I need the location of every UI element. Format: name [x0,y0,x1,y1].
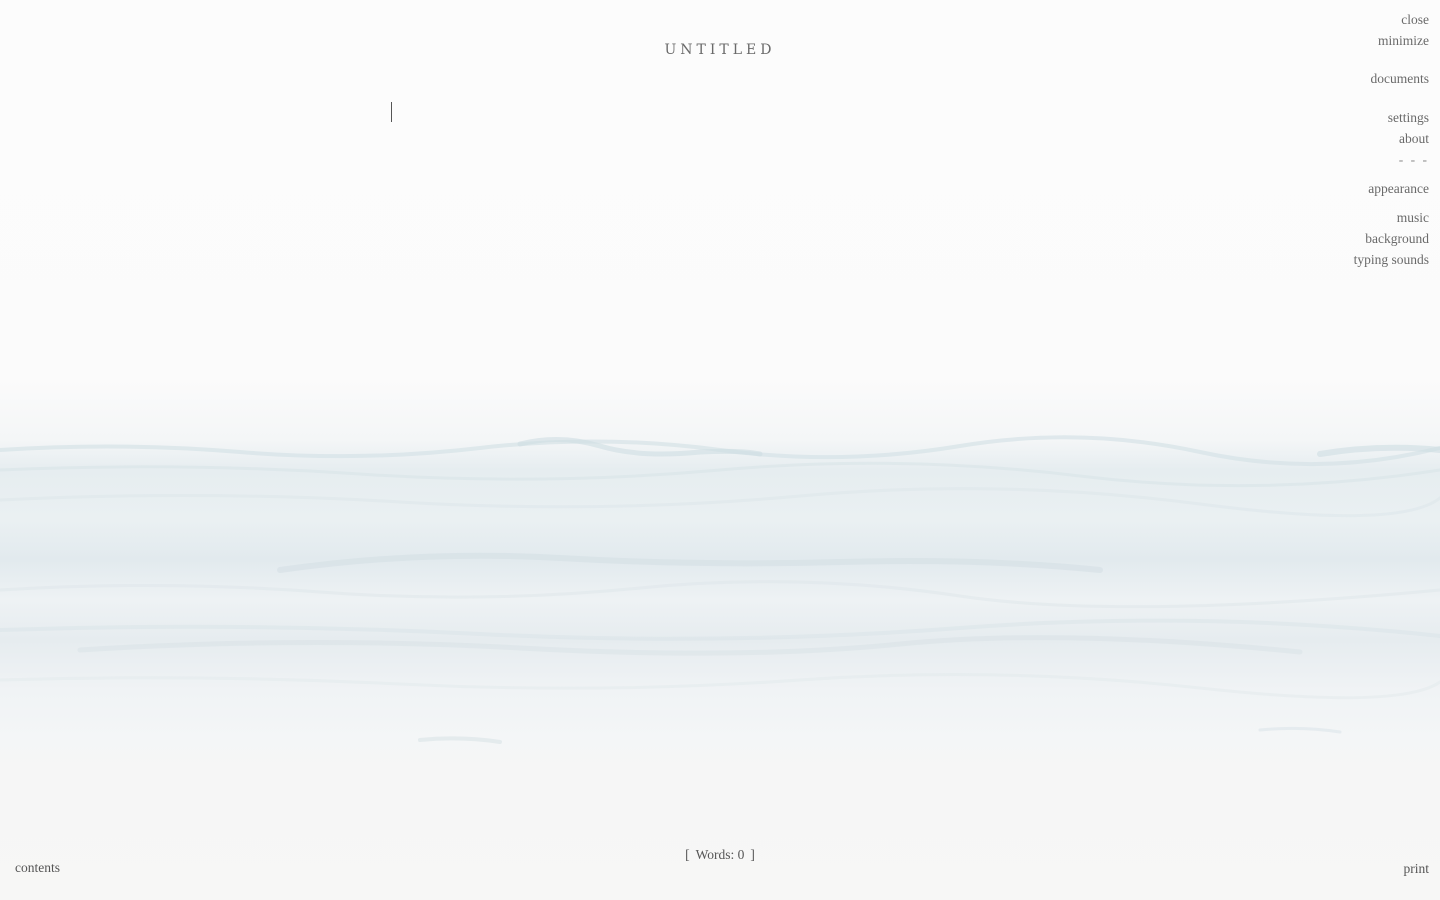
document-editor[interactable] [390,98,1054,802]
appearance-button[interactable]: appearance [1354,178,1429,199]
text-caret-icon [391,102,392,122]
word-count-close-bracket: ] [750,847,755,862]
word-count-label: Words: 0 [695,847,745,862]
music-button[interactable]: music [1354,207,1429,228]
typing-sounds-button[interactable]: typing sounds [1354,249,1429,270]
menu-gap [1354,51,1429,68]
word-count: [ Words: 0] [0,847,1440,863]
settings-button[interactable]: settings [1354,107,1429,128]
menu-gap [1354,170,1429,178]
menu-gap [1354,89,1429,107]
documents-button[interactable]: documents [1354,68,1430,89]
minimize-button[interactable]: minimize [1354,30,1429,51]
about-button[interactable]: about [1354,128,1429,149]
menu-separator: - - - [1398,152,1429,167]
side-menu: close minimize documents settings about … [1354,9,1429,270]
print-button[interactable]: print [1404,861,1430,877]
document-title: UNTITLED [664,42,776,58]
close-button[interactable]: close [1354,9,1429,30]
word-count-open-bracket: [ [685,847,690,862]
background-button[interactable]: background [1354,228,1429,249]
menu-gap [1354,199,1429,207]
